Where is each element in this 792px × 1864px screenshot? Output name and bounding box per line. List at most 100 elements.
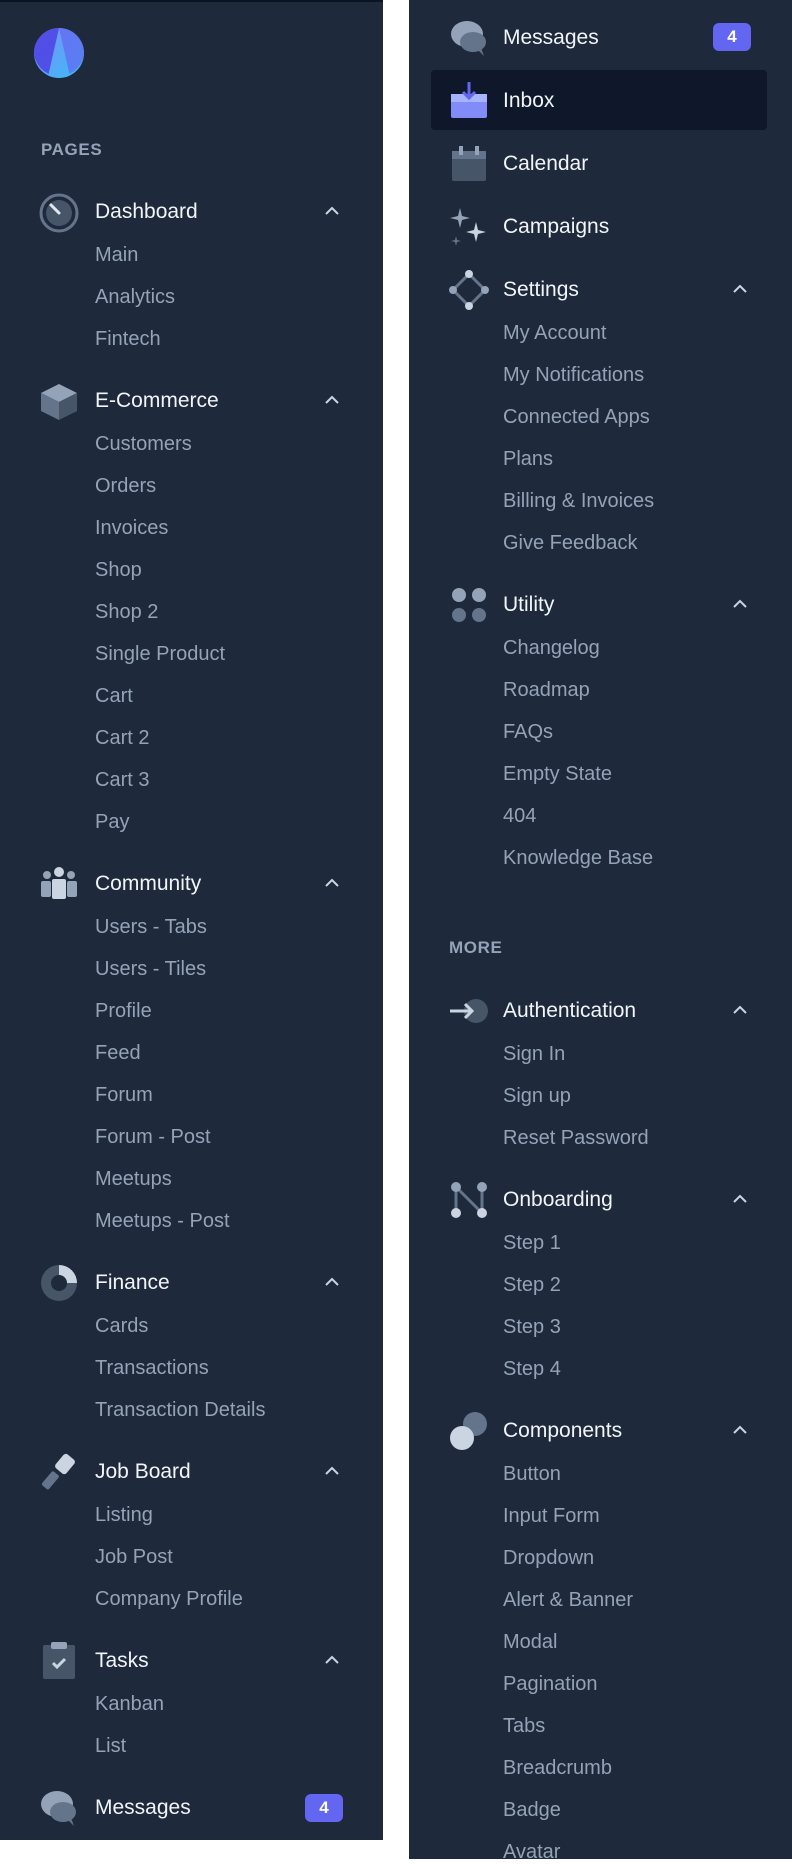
chevron-up-icon[interactable] <box>733 1005 747 1014</box>
nav-item[interactable]: Tabs <box>503 1714 545 1738</box>
chevron-up-icon[interactable] <box>733 1194 747 1203</box>
nav-messages[interactable]: Messages <box>95 1796 191 1820</box>
nav-item[interactable]: Roadmap <box>503 678 590 702</box>
pie-chart-icon <box>41 1265 77 1301</box>
nav-item[interactable]: Connected Apps <box>503 405 650 429</box>
nav-item[interactable]: My Notifications <box>503 363 644 387</box>
chevron-up-icon[interactable] <box>325 1466 339 1475</box>
nav-item[interactable]: Cart <box>95 684 133 708</box>
sidebar-panel-left: PAGES Dashboard Main Analytics Fintech E… <box>0 0 383 1840</box>
chevron-up-icon[interactable] <box>733 284 747 293</box>
nav-item[interactable]: Sign up <box>503 1084 571 1108</box>
nav-community[interactable]: Community <box>95 872 201 896</box>
chevron-up-icon[interactable] <box>325 1277 339 1286</box>
nav-item[interactable]: Knowledge Base <box>503 846 653 870</box>
settings-nodes-icon <box>449 270 489 310</box>
nav-item[interactable]: Dropdown <box>503 1546 594 1570</box>
nav-item[interactable]: Users - Tabs <box>95 915 207 939</box>
nav-inbox[interactable]: Inbox <box>503 89 554 113</box>
nav-item[interactable]: Company Profile <box>95 1587 243 1611</box>
nav-jobboard[interactable]: Job Board <box>95 1460 191 1484</box>
nav-item[interactable]: Changelog <box>503 636 600 660</box>
section-title-more: MORE <box>449 938 503 957</box>
chat-bubbles-icon <box>451 21 486 56</box>
nav-item[interactable]: Billing & Invoices <box>503 489 654 513</box>
chevron-up-icon[interactable] <box>325 878 339 887</box>
nav-item[interactable]: Customers <box>95 432 192 456</box>
nav-item[interactable]: Shop 2 <box>95 600 158 624</box>
nav-item[interactable]: Step 1 <box>503 1231 561 1255</box>
nav-item[interactable]: Cart 2 <box>95 726 149 750</box>
nav-onboarding[interactable]: Onboarding <box>503 1188 613 1212</box>
nav-ecommerce[interactable]: E-Commerce <box>95 389 219 413</box>
nav-item[interactable]: Orders <box>95 474 156 498</box>
nav-item[interactable]: List <box>95 1734 126 1758</box>
messages-count-badge: 4 <box>713 23 751 51</box>
chevron-up-icon[interactable] <box>733 1425 747 1434</box>
nav-item[interactable]: Sign In <box>503 1042 565 1066</box>
nav-item[interactable]: Feed <box>95 1041 141 1065</box>
clipboard-icon <box>43 1642 75 1679</box>
nav-messages[interactable]: Messages <box>503 26 599 50</box>
chat-bubbles-icon <box>41 1791 76 1826</box>
calendar-icon <box>452 146 486 181</box>
nav-item[interactable]: Modal <box>503 1630 557 1654</box>
nav-item[interactable]: Single Product <box>95 642 225 666</box>
nav-item[interactable]: Users - Tiles <box>95 957 206 981</box>
chevron-up-icon[interactable] <box>325 395 339 404</box>
nav-calendar[interactable]: Calendar <box>503 152 588 176</box>
nav-item[interactable]: Invoices <box>95 516 168 540</box>
nav-item[interactable]: Breadcrumb <box>503 1756 612 1780</box>
chevron-up-icon[interactable] <box>325 206 339 215</box>
tool-icon <box>41 1453 75 1490</box>
nav-item[interactable]: Forum <box>95 1083 153 1107</box>
nav-item[interactable]: FAQs <box>503 720 553 744</box>
nav-item[interactable]: Cards <box>95 1314 148 1338</box>
nav-components[interactable]: Components <box>503 1419 622 1443</box>
nav-item[interactable]: Job Post <box>95 1545 173 1569</box>
nav-item[interactable]: Analytics <box>95 285 175 309</box>
nav-item[interactable]: Avatar <box>503 1840 560 1864</box>
nav-item[interactable]: Profile <box>95 999 152 1023</box>
nav-utility[interactable]: Utility <box>503 593 554 617</box>
nav-item[interactable]: Empty State <box>503 762 612 786</box>
nav-dashboard[interactable]: Dashboard <box>95 200 198 224</box>
nav-item[interactable]: Step 4 <box>503 1357 561 1381</box>
circles-icon <box>450 1412 487 1450</box>
nav-item[interactable]: Forum - Post <box>95 1125 211 1149</box>
nav-item[interactable]: Step 2 <box>503 1273 561 1297</box>
nav-item[interactable]: Transaction Details <box>95 1398 265 1422</box>
nav-item[interactable]: Give Feedback <box>503 531 638 555</box>
chevron-up-icon[interactable] <box>733 599 747 608</box>
nav-item[interactable]: Transactions <box>95 1356 209 1380</box>
nav-item[interactable]: Meetups - Post <box>95 1209 230 1233</box>
app-logo-icon[interactable] <box>34 28 84 78</box>
nav-authentication[interactable]: Authentication <box>503 999 636 1023</box>
nav-item[interactable]: My Account <box>503 321 606 345</box>
nav-item[interactable]: 404 <box>503 804 536 828</box>
nav-campaigns[interactable]: Campaigns <box>503 215 609 239</box>
nav-item[interactable]: Pagination <box>503 1672 598 1696</box>
nav-item[interactable]: Alert & Banner <box>503 1588 633 1612</box>
nav-item[interactable]: Plans <box>503 447 553 471</box>
nav-item[interactable]: Input Form <box>503 1504 600 1528</box>
nav-item[interactable]: Reset Password <box>503 1126 649 1150</box>
people-icon <box>41 867 77 899</box>
nav-finance[interactable]: Finance <box>95 1271 170 1295</box>
chevron-up-icon[interactable] <box>325 1655 339 1664</box>
nav-item[interactable]: Cart 3 <box>95 768 149 792</box>
nav-item[interactable]: Fintech <box>95 327 161 351</box>
sidebar-panel-right: Messages 4 Inbox Calendar Campaigns Sett… <box>409 0 792 1863</box>
nav-item[interactable]: Listing <box>95 1503 153 1527</box>
nav-item[interactable]: Step 3 <box>503 1315 561 1339</box>
nav-item[interactable]: Kanban <box>95 1692 164 1716</box>
nav-item[interactable]: Shop <box>95 558 142 582</box>
gauge-icon <box>39 193 79 233</box>
nav-item[interactable]: Main <box>95 243 138 267</box>
nav-item[interactable]: Pay <box>95 810 129 834</box>
nav-settings[interactable]: Settings <box>503 278 579 302</box>
nav-item[interactable]: Button <box>503 1462 561 1486</box>
nav-item[interactable]: Badge <box>503 1798 561 1822</box>
nav-tasks[interactable]: Tasks <box>95 1649 149 1673</box>
nav-item[interactable]: Meetups <box>95 1167 172 1191</box>
